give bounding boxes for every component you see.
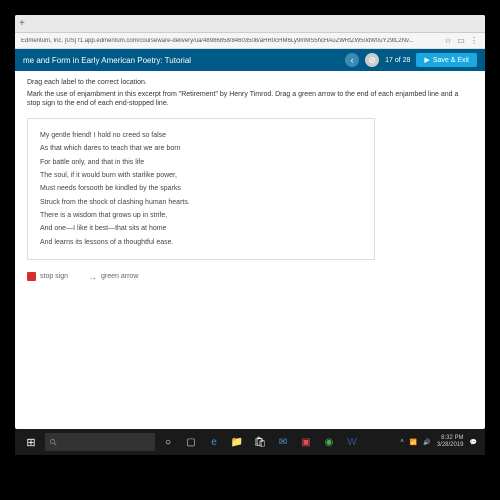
lesson-title: me and Form in Early American Poetry: Tu… [23,56,191,65]
poem-line: Must needs forsooth be kindled by the sp… [40,182,362,195]
wifi-icon[interactable]: 📶 [410,439,417,446]
address-bar[interactable]: Edmentum, Inc. [US] f1.app.edmentum.com/… [15,33,485,49]
start-button[interactable]: ⊞ [19,431,43,453]
reader-icon[interactable]: ▭ [456,36,466,46]
lesson-header: me and Form in Early American Poetry: Tu… [15,49,485,71]
page-counter: 17 of 28 [385,57,410,64]
save-exit-button[interactable]: ▶ Save & Exit [416,53,477,67]
poem-line: And one—I like it best—that sits at home [40,222,362,235]
arrow-icon: → [88,272,97,282]
bookmark-icon[interactable]: ☆ [443,36,453,46]
progress-indicator: ⊘ [365,53,379,67]
poem-line: And learns its lessons of a thoughtful e… [40,236,362,249]
chrome-icon[interactable]: ◉ [318,431,340,453]
content-area: Drag each label to the correct location.… [15,71,485,429]
poem-line: The soul, if it would burn with starlike… [40,169,362,182]
save-label: Save & Exit [433,57,469,64]
poem-line: My gentle friend! I hold no creed so fal… [40,129,362,142]
poem-container[interactable]: My gentle friend! I hold no creed so fal… [27,118,375,260]
folder-icon[interactable]: 📁 [226,431,248,453]
poem-line: For battle only, and that in this life [40,156,362,169]
mail-icon[interactable]: ✉ [272,431,294,453]
instruction-1: Drag each label to the correct location. [27,79,473,86]
menu-icon[interactable]: ⋮ [469,36,479,46]
instruction-2: Mark the use of enjambment in this excer… [27,90,473,108]
date-text: 3/28/2019 [437,442,464,449]
edge-icon[interactable]: e [203,431,225,453]
new-tab-button[interactable]: + [19,18,25,29]
green-arrow-label[interactable]: → green arrow [88,272,138,282]
url-text: Edmentum, Inc. [US] f1.app.edmentum.com/… [21,38,439,44]
stop-label-text: stop sign [40,273,68,280]
arrow-label-text: green arrow [101,273,138,280]
prev-button[interactable]: ‹ [345,53,359,67]
browser-tab-bar: + [15,15,485,33]
taskview-icon[interactable]: ▢ [180,431,202,453]
notifications-icon[interactable]: 💬 [470,439,477,446]
word-icon[interactable]: W [341,431,363,453]
time-text: 8:32 PM [437,435,464,442]
cortana-icon[interactable]: ○ [157,431,179,453]
clock[interactable]: 8:32 PM 3/28/2019 [437,435,464,449]
draggable-labels: stop sign → green arrow [27,272,473,282]
stop-sign-label[interactable]: stop sign [27,272,68,281]
save-icon: ▶ [424,56,429,64]
poem-line: There is a wisdom that grows up in strif… [40,209,362,222]
store-icon[interactable]: 🛍 [249,431,271,453]
stop-sign-icon [27,272,36,281]
search-icon [49,438,58,447]
volume-icon[interactable]: 🔊 [423,439,430,446]
tray-up-icon[interactable]: ˄ [400,439,404,445]
poem-line: As that which dares to teach that we are… [40,142,362,155]
photos-icon[interactable]: ▣ [295,431,317,453]
taskbar-search[interactable] [45,433,155,451]
poem-line: Struck from the shock of clashing human … [40,196,362,209]
windows-taskbar: ⊞ ○ ▢ e 📁 🛍 ✉ ▣ ◉ W ˄ 📶 🔊 8:32 PM 3/28/2… [15,429,485,455]
